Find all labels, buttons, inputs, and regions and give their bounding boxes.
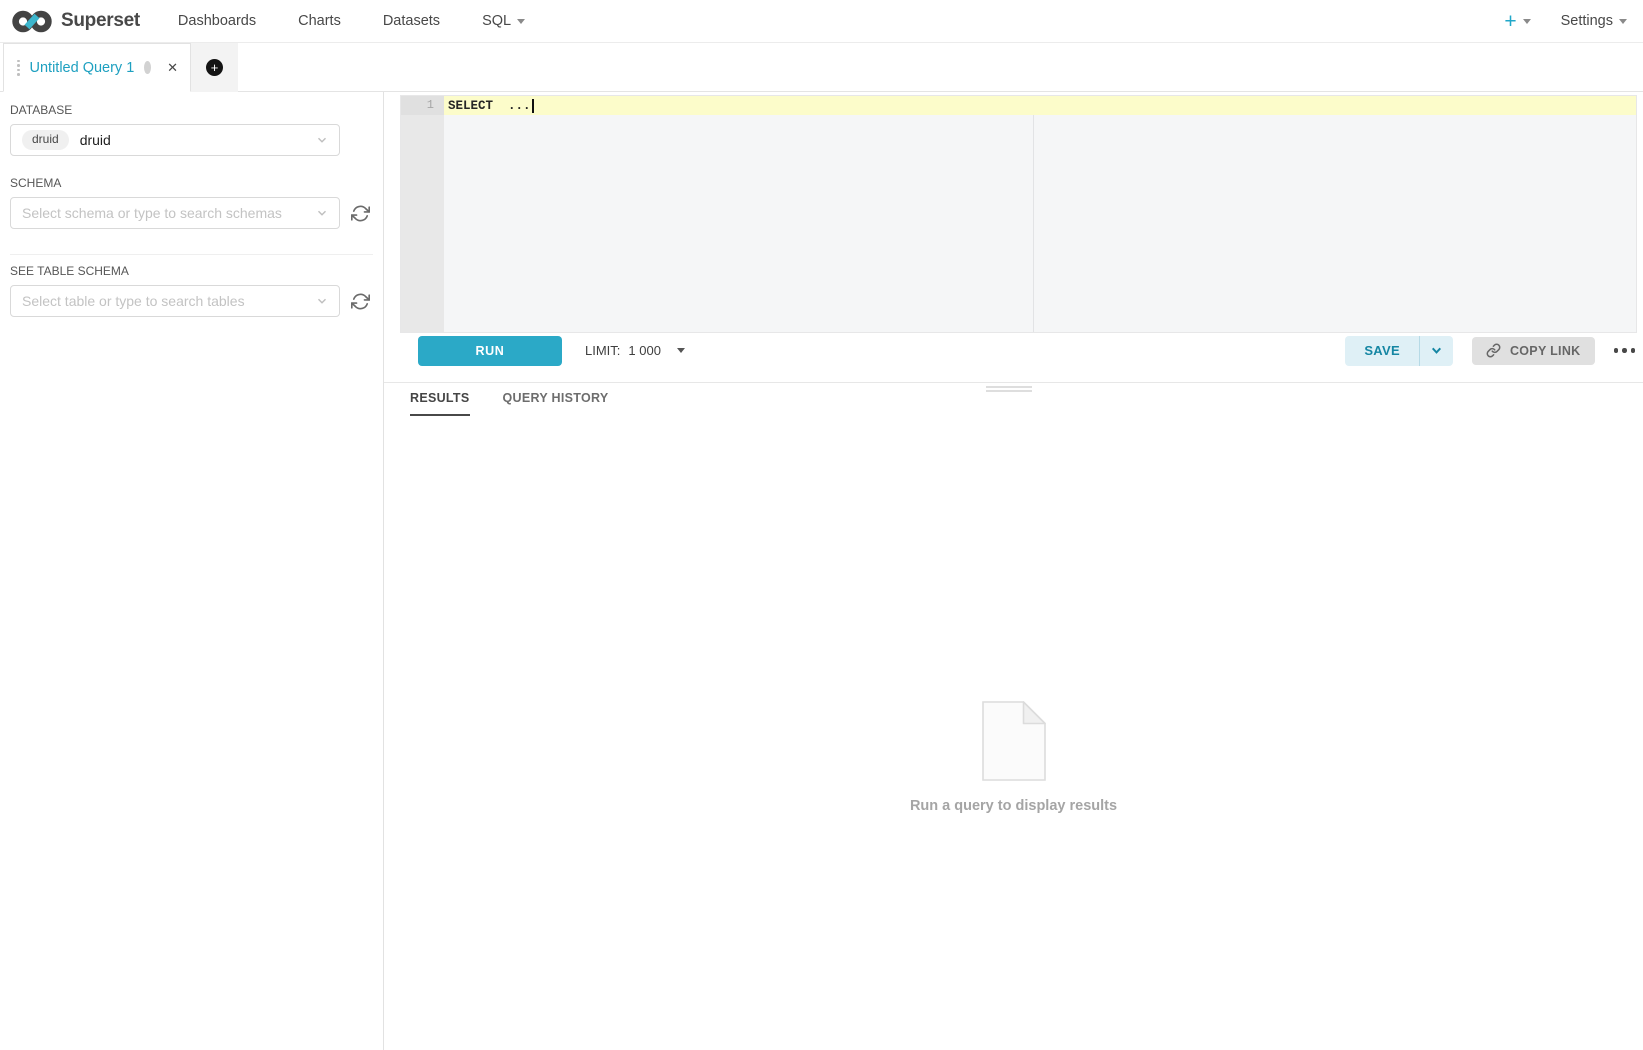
sql-lab-sidebar: DATABASE druid druid SCHEMA Select schem… (0, 92, 384, 1050)
chevron-down-icon (677, 348, 685, 353)
close-tab-icon[interactable]: ✕ (167, 61, 178, 74)
chevron-down-icon (1619, 19, 1627, 24)
schema-select-placeholder: Select schema or type to search schemas (22, 205, 282, 221)
settings-menu[interactable]: Settings (1561, 13, 1627, 29)
plus-icon: + (1504, 11, 1516, 32)
save-button[interactable]: SAVE (1345, 336, 1419, 366)
navbar-right: + Settings (1504, 11, 1633, 32)
new-item-button[interactable]: + (1504, 11, 1530, 32)
more-options-button[interactable] (1612, 344, 1638, 357)
editor-active-line[interactable]: SELECT ... (444, 96, 1636, 115)
refresh-schemas-button[interactable] (351, 204, 370, 223)
database-select[interactable]: druid druid (10, 124, 340, 156)
chevron-down-icon (316, 295, 328, 307)
line-number: 1 (401, 96, 444, 115)
table-schema-label: SEE TABLE SCHEMA (10, 264, 373, 278)
pane-divider (384, 382, 1643, 383)
text-cursor (532, 99, 534, 113)
chevron-down-icon (316, 207, 328, 219)
save-options-button[interactable] (1420, 336, 1453, 366)
chevron-down-icon (1523, 19, 1531, 24)
infinity-logo-icon (10, 8, 54, 35)
query-tab-bar: Untitled Query 1 ✕ + (0, 43, 1643, 92)
primary-nav: Dashboards Charts Datasets SQL (178, 13, 525, 29)
limit-value: 1 000 (628, 343, 661, 358)
nav-item-datasets[interactable]: Datasets (383, 13, 440, 29)
refresh-tables-button[interactable] (351, 292, 370, 311)
sql-query-text: SELECT ... (448, 99, 531, 113)
empty-state-text: Run a query to display results (910, 798, 1117, 814)
tab-untitled-query-1[interactable]: Untitled Query 1 ✕ (3, 43, 191, 92)
add-query-tab-button[interactable]: + (206, 59, 223, 76)
table-select-placeholder: Select table or type to search tables (22, 293, 245, 309)
sql-lab-page: Superset Dashboards Charts Datasets SQL … (0, 0, 1643, 1050)
database-label: DATABASE (10, 103, 373, 117)
resize-grip-handle[interactable] (986, 386, 1032, 394)
chevron-down-icon (517, 19, 525, 24)
nav-item-charts[interactable]: Charts (298, 13, 341, 29)
table-select[interactable]: Select table or type to search tables (10, 285, 340, 317)
nav-item-sql[interactable]: SQL (482, 13, 525, 29)
link-icon (1486, 343, 1501, 358)
query-status-dot (144, 61, 151, 74)
results-empty-state: Run a query to display results (384, 701, 1643, 814)
database-type-badge: druid (22, 130, 69, 150)
run-button[interactable]: RUN (418, 336, 562, 366)
limit-label: LIMIT: (585, 343, 620, 358)
results-tab-bar: RESULTS QUERY HISTORY (410, 391, 609, 416)
query-tab-label: Untitled Query 1 (30, 60, 135, 76)
top-navbar: Superset Dashboards Charts Datasets SQL … (0, 0, 1643, 43)
schema-select[interactable]: Select schema or type to search schemas (10, 197, 340, 229)
nav-item-dashboards[interactable]: Dashboards (178, 13, 256, 29)
brand-name: Superset (61, 10, 140, 32)
limit-dropdown[interactable]: LIMIT: 1 000 (585, 343, 685, 358)
save-split-button: SAVE (1345, 336, 1453, 366)
chevron-down-icon (1430, 344, 1443, 357)
superset-logo[interactable]: Superset (10, 8, 140, 35)
copy-link-button[interactable]: COPY LINK (1472, 337, 1595, 365)
schema-label: SCHEMA (10, 176, 373, 190)
editor-gutter: 1 (401, 96, 444, 332)
new-tab-area: + (191, 43, 238, 92)
sql-editor[interactable]: 1 SELECT ... (400, 95, 1637, 333)
sidebar-divider (10, 254, 373, 255)
tab-query-history[interactable]: QUERY HISTORY (503, 391, 609, 416)
editor-print-margin (1033, 96, 1034, 332)
empty-document-icon (982, 701, 1046, 781)
chevron-down-icon (316, 134, 328, 146)
drag-handle-icon[interactable] (17, 60, 20, 76)
editor-toolbar: RUN LIMIT: 1 000 SAVE COPY LINK (400, 334, 1637, 367)
tab-results[interactable]: RESULTS (410, 391, 470, 416)
database-select-value: druid (80, 132, 111, 148)
